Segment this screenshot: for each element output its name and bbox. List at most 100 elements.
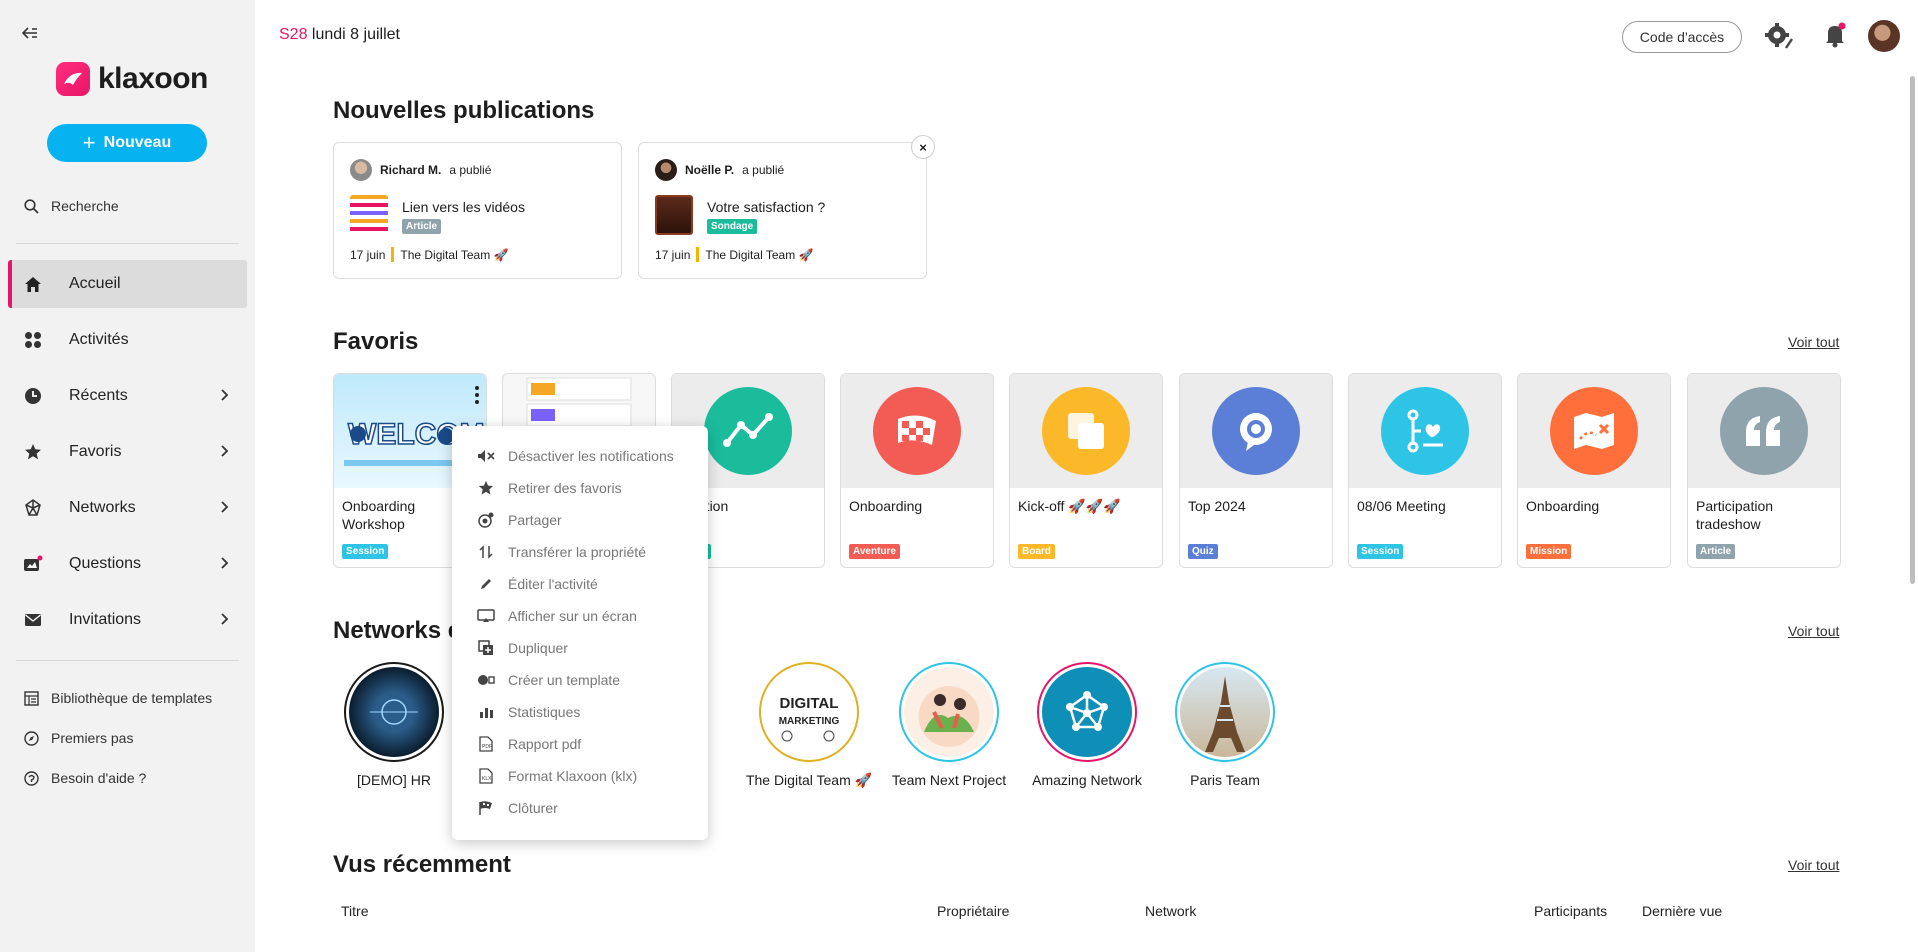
favorite-card[interactable]: 08/06 Meeting Session xyxy=(1348,373,1502,568)
publication-footer: 17 juin The Digital Team 🚀 xyxy=(350,247,508,262)
column-header-last-viewed[interactable]: Dernière vue xyxy=(1642,903,1722,919)
menu-item-label: Statistiques xyxy=(508,704,581,720)
settings-gear-icon[interactable] xyxy=(1764,22,1794,55)
favorite-card[interactable]: Kick-off 🚀🚀🚀 Board xyxy=(1009,373,1163,568)
column-header-participants[interactable]: Participants xyxy=(1534,903,1607,919)
publication-date: 17 juin xyxy=(350,247,386,262)
author-avatar xyxy=(655,159,677,181)
type-badge: Article xyxy=(402,219,442,234)
sidebar-item-activites[interactable]: Activités xyxy=(8,316,247,364)
recent-title: Vus récemment xyxy=(333,851,511,878)
transfer-icon xyxy=(476,545,496,559)
klaxoon-logo[interactable]: klaxoon xyxy=(56,62,208,96)
column-header-network[interactable]: Network xyxy=(1145,903,1196,919)
questions-icon xyxy=(22,555,44,573)
network-name: Amazing Network xyxy=(1032,772,1142,788)
menu-item-label: Retirer des favoris xyxy=(508,480,622,496)
template-library-icon xyxy=(24,690,39,706)
date-label: lundi 8 juillet xyxy=(311,26,400,43)
brand-name: klaxoon xyxy=(98,62,208,95)
menu-item-share[interactable]: Partager xyxy=(476,504,696,536)
type-badge: Article xyxy=(1696,544,1736,559)
menu-item-klx-format[interactable]: KLX Format Klaxoon (klx) xyxy=(476,760,696,792)
network-icon xyxy=(22,498,44,518)
network-color-bar xyxy=(391,247,395,262)
pdf-icon: PDF xyxy=(476,736,496,752)
favorite-card[interactable]: Participation tradeshow Article xyxy=(1687,373,1841,568)
favorites-see-all-link[interactable]: Voir tout xyxy=(1788,334,1839,350)
home-icon xyxy=(22,276,44,293)
getting-started-link[interactable]: Premiers pas xyxy=(24,730,133,746)
menu-item-duplicate[interactable]: Dupliquer xyxy=(476,632,696,664)
notification-bell-icon[interactable] xyxy=(1824,22,1846,53)
star-icon xyxy=(22,443,44,461)
klaxoon-logo-icon xyxy=(56,62,90,96)
favorites-title: Favoris xyxy=(333,328,419,355)
more-options-icon[interactable] xyxy=(468,382,486,408)
svg-text:DIGITAL: DIGITAL xyxy=(780,695,839,712)
search-label: Recherche xyxy=(51,198,119,214)
chevron-right-icon xyxy=(220,500,229,519)
author-name: Noëlle P. xyxy=(685,163,735,177)
help-link[interactable]: Besoin d'aide ? xyxy=(24,770,146,786)
menu-item-pdf-report[interactable]: PDF Rapport pdf xyxy=(476,728,696,760)
svg-text:KLX: KLX xyxy=(482,776,492,782)
type-badge: Aventure xyxy=(849,544,900,559)
templates-library-link[interactable]: Bibliothèque de templates xyxy=(24,690,212,706)
networks-see-all-link[interactable]: Voir tout xyxy=(1788,623,1839,639)
network-item[interactable]: DIGITAL MARKETING The Digital Team 🚀 xyxy=(744,662,874,789)
network-item[interactable]: [DEMO] HR xyxy=(329,662,459,789)
search-link[interactable]: Recherche xyxy=(24,198,119,214)
publication-card[interactable]: Richard M. a publié Lien vers les vidéos… xyxy=(333,142,622,279)
chevron-right-icon xyxy=(220,612,229,631)
mute-icon xyxy=(476,449,496,463)
collapse-sidebar-icon[interactable] xyxy=(21,26,38,45)
quiz-icon xyxy=(1212,387,1300,475)
network-avatar xyxy=(344,662,444,762)
pencil-icon xyxy=(476,577,496,591)
column-header-owner[interactable]: Propriétaire xyxy=(937,903,1009,919)
user-avatar[interactable] xyxy=(1868,20,1900,52)
network-item[interactable]: Team Next Project xyxy=(884,662,1014,789)
new-button[interactable]: + Nouveau xyxy=(47,124,207,162)
activity-name: Kick-off 🚀🚀🚀 xyxy=(1018,498,1121,514)
favorite-card[interactable]: Onboarding Aventure xyxy=(840,373,994,568)
sidebar-item-favoris[interactable]: Favoris xyxy=(8,428,247,476)
publication-action: a publié xyxy=(449,163,492,177)
menu-item-display-on-screen[interactable]: Afficher sur un écran xyxy=(476,600,696,632)
sidebar-item-networks[interactable]: Networks xyxy=(8,484,247,532)
column-header-title[interactable]: Titre xyxy=(341,903,368,919)
sidebar-item-questions[interactable]: Questions xyxy=(8,540,247,588)
type-badge: Mission xyxy=(1526,544,1572,559)
star-icon xyxy=(476,480,496,496)
type-badge: Board xyxy=(1018,544,1055,559)
network-name: Paris Team xyxy=(1190,772,1260,788)
menu-item-transfer-ownership[interactable]: Transférer la propriété xyxy=(476,536,696,568)
author-avatar xyxy=(350,159,372,181)
menu-item-edit-activity[interactable]: Éditer l'activité xyxy=(476,568,696,600)
network-item[interactable]: Paris Team xyxy=(1160,662,1290,789)
favorite-card[interactable]: Onboarding Mission xyxy=(1517,373,1671,568)
access-code-button[interactable]: Code d'accès xyxy=(1622,21,1742,53)
close-icon[interactable]: × xyxy=(911,135,935,159)
sidebar-item-accueil[interactable]: Accueil xyxy=(8,260,247,308)
favorite-card[interactable]: Top 2024 Quiz xyxy=(1179,373,1333,568)
menu-item-statistics[interactable]: Statistiques xyxy=(476,696,696,728)
sidebar-item-recents[interactable]: Récents xyxy=(8,372,247,420)
author-name: Richard M. xyxy=(380,163,442,177)
menu-item-close-activity[interactable]: Clôturer xyxy=(476,792,696,824)
menu-item-disable-notifications[interactable]: Désactiver les notifications xyxy=(476,440,696,472)
publication-header: Richard M. a publié xyxy=(350,159,491,181)
menu-item-create-template[interactable]: Créer un template xyxy=(476,664,696,696)
publication-card[interactable]: Noëlle P. a publié Votre satisfaction ? … xyxy=(638,142,927,279)
publication-header: Noëlle P. a publié xyxy=(655,159,784,181)
chevron-right-icon xyxy=(220,556,229,575)
sidebar-item-invitations[interactable]: Invitations xyxy=(8,596,247,644)
menu-item-remove-favorite[interactable]: Retirer des favoris xyxy=(476,472,696,504)
type-badge: Sondage xyxy=(707,219,758,234)
network-item[interactable]: Amazing Network xyxy=(1022,662,1152,789)
type-badge: Session xyxy=(342,544,389,559)
recent-see-all-link[interactable]: Voir tout xyxy=(1788,857,1839,873)
type-badge: Session xyxy=(1357,544,1404,559)
scrollbar[interactable] xyxy=(1910,76,1915,584)
